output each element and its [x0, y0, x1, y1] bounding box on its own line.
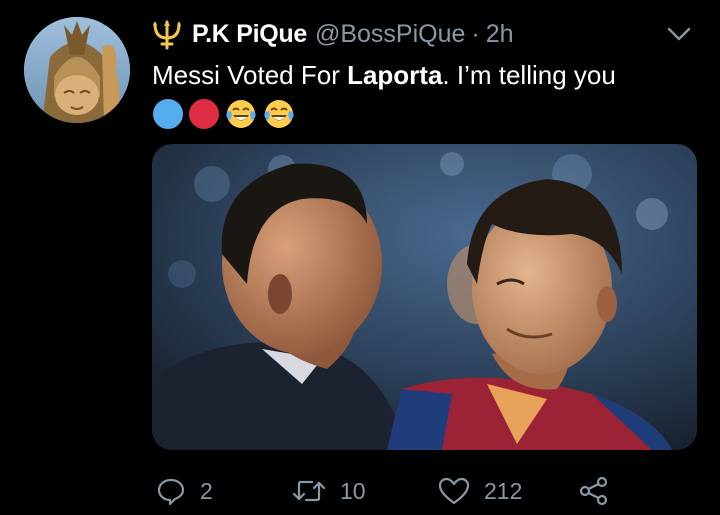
retweet-icon	[292, 480, 326, 502]
tweet-text-part: . I’m telling you	[442, 60, 616, 90]
display-name[interactable]: P.K PiQue	[192, 20, 307, 49]
blue-circle-icon	[153, 99, 183, 129]
reply-button[interactable]: 2	[156, 471, 213, 511]
emoji-row	[152, 98, 296, 130]
like-count: 212	[484, 477, 523, 504]
tweet-text: Messi Voted For Laporta. I’m telling you	[152, 56, 702, 94]
avatar[interactable]	[24, 17, 130, 123]
tweet-media-photo[interactable]	[152, 144, 697, 450]
tweet-text-part: Messi Voted For	[152, 60, 348, 90]
user-handle[interactable]: @BossPiQue	[315, 20, 465, 49]
like-button[interactable]: 212	[438, 471, 522, 511]
retweet-count: 10	[340, 477, 366, 504]
share-icon	[579, 476, 608, 506]
avatar-image	[24, 17, 130, 123]
timestamp[interactable]: 2h	[486, 20, 514, 49]
joy-face-icon	[264, 100, 294, 128]
photo-illustration	[152, 144, 697, 450]
trident-icon	[153, 20, 181, 50]
red-circle-icon	[189, 99, 219, 129]
heart-icon	[438, 477, 470, 505]
tweet-actions: 2 10 212	[150, 471, 620, 511]
chevron-down-icon[interactable]	[666, 24, 692, 44]
retweet-button[interactable]: 10	[292, 471, 366, 511]
tweet-header: P.K PiQue @BossPiQue · 2h	[150, 16, 514, 52]
reply-icon	[157, 478, 185, 506]
tweet-text-bold: Laporta	[347, 60, 443, 90]
separator: ·	[471, 19, 480, 48]
reply-count: 2	[200, 477, 213, 504]
joy-face-icon	[226, 100, 256, 128]
share-button[interactable]	[578, 471, 624, 511]
